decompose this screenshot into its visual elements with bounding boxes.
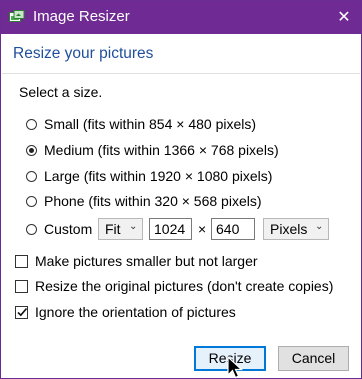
checkbox-ignore-orientation[interactable]: [15, 306, 28, 319]
cancel-button[interactable]: Cancel: [278, 346, 349, 371]
dialog-heading: Resize your pictures: [13, 45, 154, 62]
unit-value: Pixels: [270, 221, 308, 237]
image-resizer-app-icon: [9, 10, 25, 22]
unit-dropdown[interactable]: Pixels ⌄: [263, 218, 329, 240]
chevron-down-icon: ⌄: [315, 221, 324, 232]
size-prompt: Select a size.: [19, 84, 103, 100]
radio-medium-label[interactable]: Medium (fits within 1366 × 768 pixels): [44, 142, 279, 158]
checkbox-ignore-orientation-label[interactable]: Ignore the orientation of pictures: [35, 304, 236, 320]
close-icon: ✕: [337, 9, 351, 26]
custom-height-value: 640: [216, 221, 240, 237]
radio-large-label[interactable]: Large (fits within 1920 × 1080 pixels): [44, 168, 272, 184]
image-resizer-window: Image Resizer ✕ Resize your pictures Sel…: [0, 0, 362, 379]
radio-medium[interactable]: [26, 145, 37, 156]
chevron-down-icon: ⌄: [129, 221, 138, 232]
mouse-pointer-icon: [227, 356, 244, 379]
custom-width-input[interactable]: 1024: [149, 218, 192, 240]
checkbox-smaller-only-label[interactable]: Make pictures smaller but not larger: [35, 253, 258, 269]
custom-width-value: 1024: [154, 221, 186, 237]
close-button[interactable]: ✕: [327, 1, 361, 34]
fit-mode-dropdown[interactable]: Fit ⌄: [98, 218, 143, 240]
custom-height-input[interactable]: 640: [211, 218, 255, 240]
title-bar[interactable]: Image Resizer ✕: [1, 1, 361, 34]
checkbox-resize-originals-label[interactable]: Resize the original pictures (don't crea…: [35, 278, 333, 294]
checkbox-smaller-only[interactable]: [15, 255, 28, 268]
checkmark-icon: [17, 307, 28, 317]
radio-phone-label[interactable]: Phone (fits within 320 × 568 pixels): [44, 193, 262, 209]
radio-phone[interactable]: [26, 196, 37, 207]
heading-divider: [2, 73, 360, 74]
radio-small[interactable]: [26, 119, 37, 130]
radio-large[interactable]: [26, 171, 37, 182]
times-sign: ×: [198, 221, 207, 237]
checkbox-resize-originals[interactable]: [15, 280, 28, 293]
radio-custom[interactable]: [26, 224, 37, 235]
window-title: Image Resizer: [33, 8, 130, 25]
radio-custom-label[interactable]: Custom: [44, 221, 92, 237]
radio-small-label[interactable]: Small (fits within 854 × 480 pixels): [44, 116, 256, 132]
fit-mode-value: Fit: [105, 221, 121, 237]
